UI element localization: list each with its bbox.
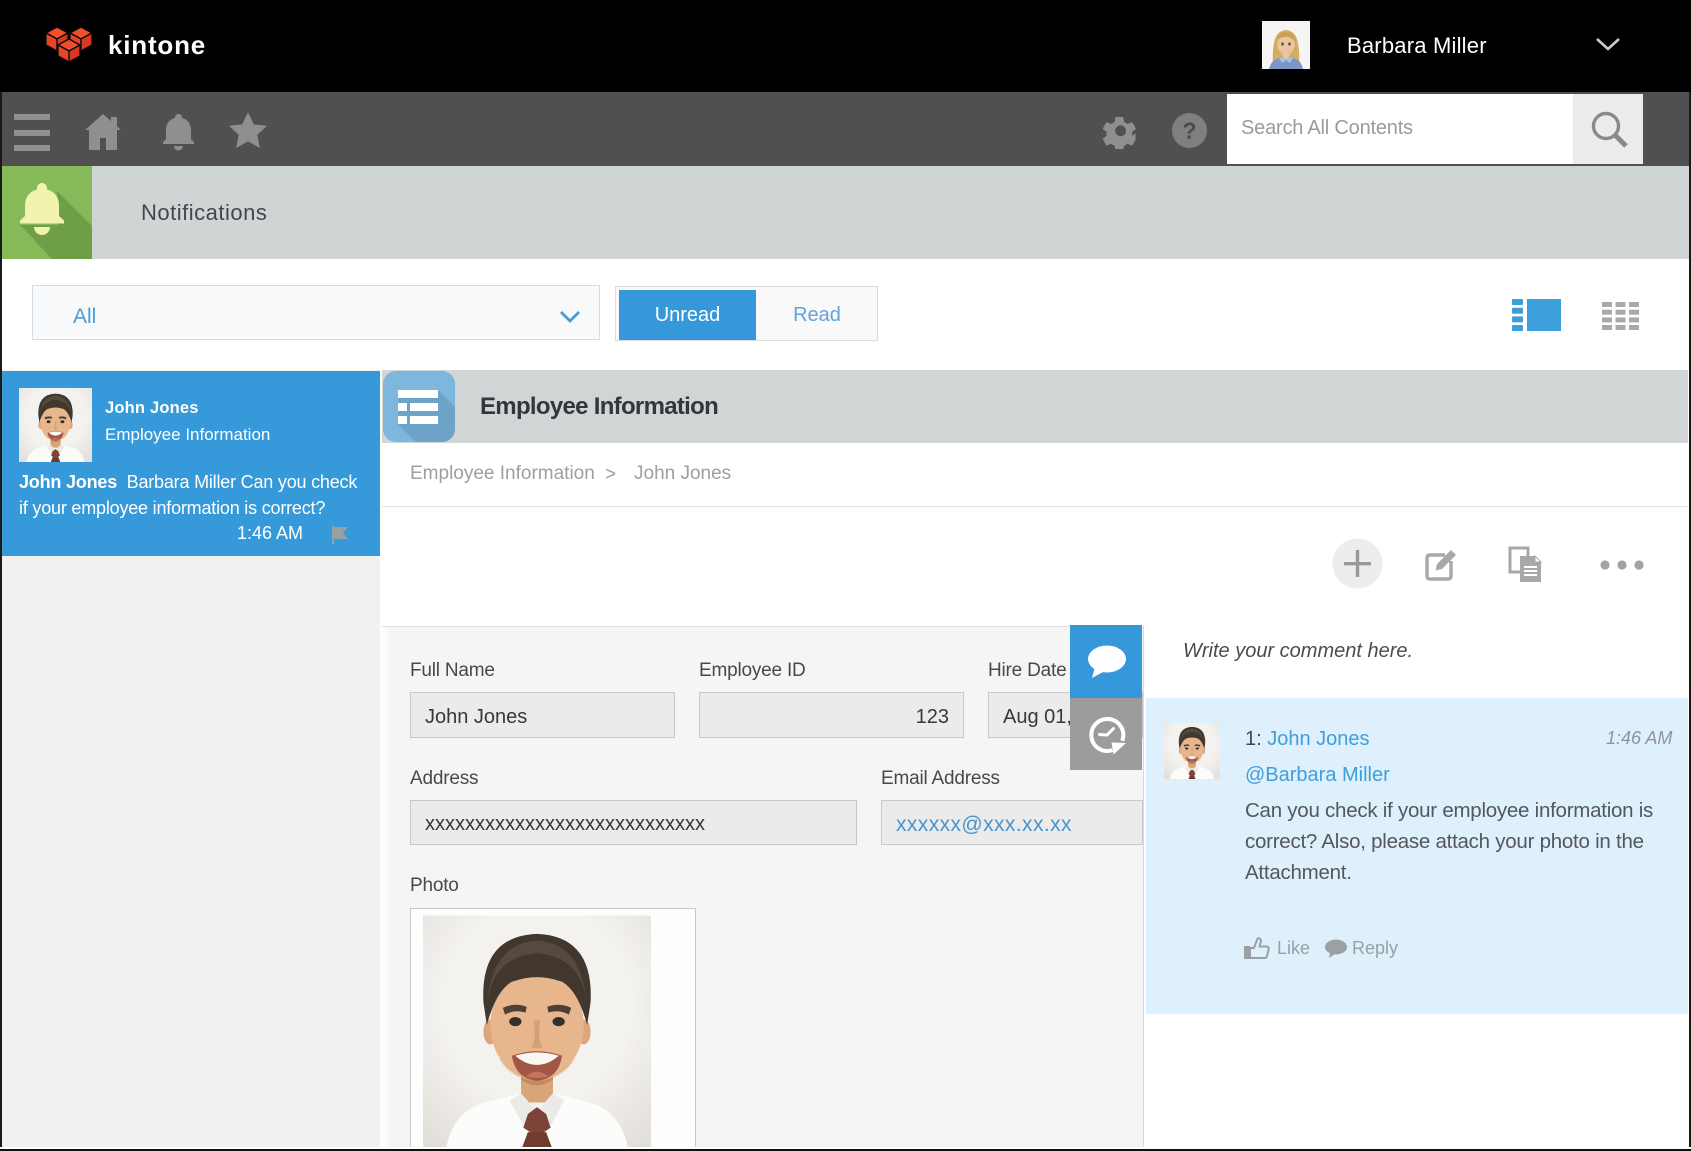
svg-text:?: ? bbox=[1182, 118, 1196, 144]
